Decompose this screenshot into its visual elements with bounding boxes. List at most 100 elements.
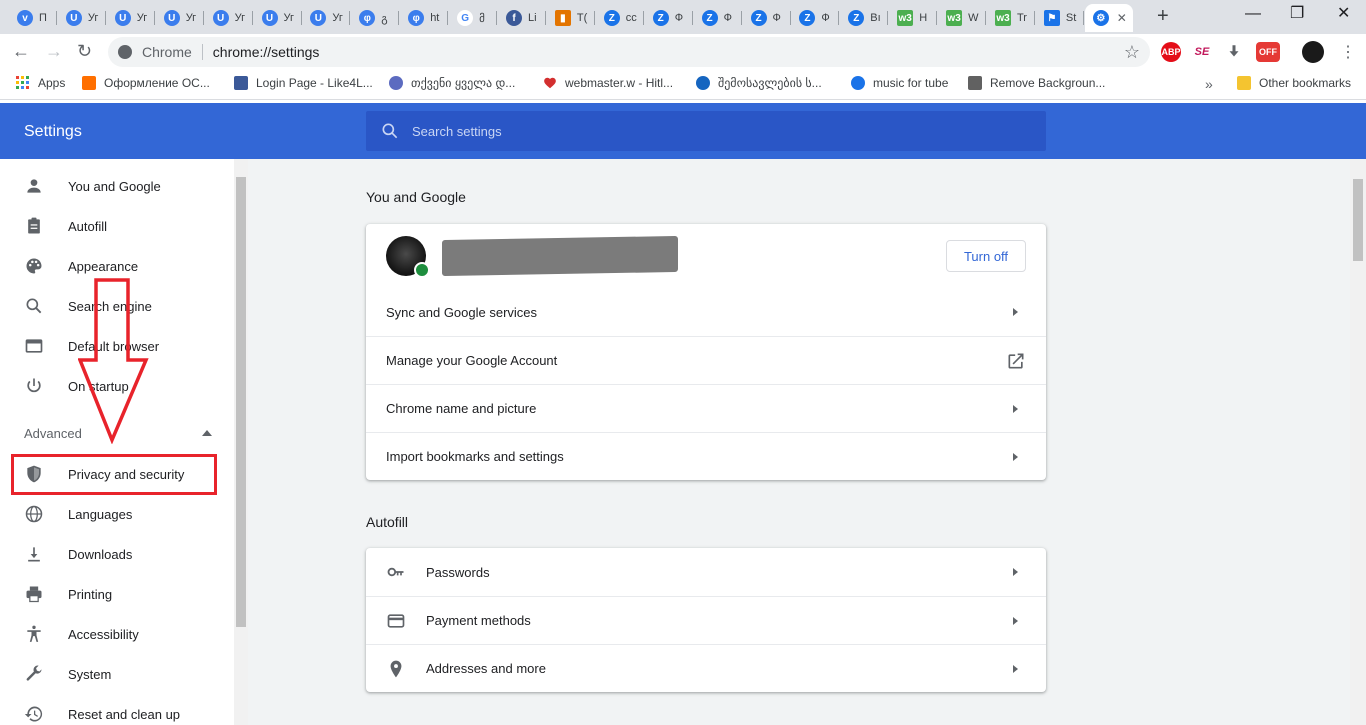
chevron-right-icon[interactable] bbox=[1013, 405, 1018, 413]
autofill-row[interactable]: Addresses and more bbox=[366, 644, 1046, 692]
address-bar[interactable]: Chrome chrome://settings ☆ bbox=[108, 37, 1150, 67]
browser-tab[interactable]: w3 H bbox=[889, 4, 938, 32]
se-icon[interactable]: SE bbox=[1192, 42, 1212, 62]
browser-tab[interactable]: U Уг bbox=[302, 4, 351, 32]
browser-tab[interactable]: U Уг bbox=[58, 4, 106, 32]
sidebar-item-you-and-google[interactable]: You and Google bbox=[0, 166, 234, 206]
profile-avatar[interactable] bbox=[1302, 41, 1324, 63]
tab-title: W bbox=[968, 12, 979, 24]
bookmark-item[interactable]: Оформление ОС... bbox=[82, 76, 210, 90]
autofill-row[interactable]: Payment methods bbox=[366, 596, 1046, 644]
settings-row[interactable]: Chrome name and picture bbox=[366, 384, 1046, 432]
sidebar-scroll-thumb[interactable] bbox=[236, 177, 246, 627]
browser-tab[interactable]: w3 Tr bbox=[987, 4, 1035, 32]
bookmark-item[interactable]: Remove Backgroun... bbox=[968, 76, 1105, 90]
browser-tab[interactable]: ZФ bbox=[791, 4, 840, 32]
browser-tab[interactable]: U Уг bbox=[156, 4, 204, 32]
sidebar-item-label: Appearance bbox=[68, 258, 139, 274]
close-window-button[interactable]: ✕ bbox=[1337, 6, 1350, 22]
bookmark-item[interactable]: Other bookmarks bbox=[1237, 76, 1351, 90]
bookmark-item[interactable]: music for tube bbox=[851, 76, 948, 90]
back-button[interactable]: ← bbox=[12, 41, 30, 61]
bookmark-item[interactable]: webmaster.w - Hitl... bbox=[543, 76, 673, 90]
sidebar-item-label: Accessibility bbox=[68, 626, 139, 642]
browser-tab[interactable]: ZФ bbox=[645, 4, 693, 32]
tab-title: Ф bbox=[821, 12, 830, 24]
tab-title: გ bbox=[381, 12, 388, 25]
you-and-google-heading: You and Google bbox=[366, 189, 466, 205]
key-icon bbox=[386, 562, 406, 582]
browser-tab[interactable]: f Li bbox=[498, 4, 546, 32]
gear-icon: ⚙ bbox=[1092, 10, 1109, 26]
tab-separator bbox=[887, 11, 889, 25]
tab-separator bbox=[251, 11, 253, 25]
bookmark-item[interactable]: Apps bbox=[16, 76, 65, 90]
chevron-right-icon[interactable] bbox=[1013, 665, 1018, 673]
chevron-right-icon[interactable] bbox=[1013, 308, 1018, 316]
browser-tab[interactable]: Z Bı bbox=[840, 4, 889, 32]
tab-strip: v П U Уг U Уг U Уг U Уг U Уг U Уг φ გ φ ht Gმ f Li ▮ T(Zcc Z Ф Z Ф… bbox=[0, 0, 1366, 34]
chevron-right-icon[interactable] bbox=[1013, 617, 1018, 625]
browser-tab[interactable]: w3 W bbox=[938, 4, 987, 32]
browser-tab[interactable]: ▮ T( bbox=[547, 4, 595, 32]
u-icon: U bbox=[261, 10, 278, 26]
browser-tab[interactable]: ZФ bbox=[694, 4, 742, 32]
search-settings-field[interactable]: Search settings bbox=[366, 111, 1046, 151]
tab-title: Уг bbox=[332, 12, 343, 24]
browser-tab[interactable]: Zcc bbox=[596, 4, 644, 32]
turn-off-sync-button[interactable]: Turn off bbox=[946, 240, 1026, 272]
browser-tab[interactable]: φგ bbox=[351, 4, 400, 32]
more-bookmarks-chevron-icon[interactable]: » bbox=[1205, 76, 1213, 92]
browser-tab[interactable]: φ ht bbox=[400, 4, 449, 32]
browser-tab[interactable]: ZФ bbox=[743, 4, 791, 32]
bookmark-item[interactable]: შემოსავლების ს... bbox=[696, 76, 822, 90]
abp-icon[interactable]: ABP bbox=[1161, 42, 1181, 62]
collapse-arrow-icon[interactable] bbox=[202, 430, 212, 436]
settings-row[interactable]: Manage your Google Account bbox=[366, 336, 1046, 384]
chevron-right-icon[interactable] bbox=[1013, 568, 1018, 576]
bookmark-item[interactable]: Login Page - Like4L... bbox=[234, 76, 373, 90]
browser-tab[interactable]: vП bbox=[9, 4, 57, 32]
main-scroll-thumb[interactable] bbox=[1353, 179, 1363, 261]
external-link-icon[interactable] bbox=[1006, 351, 1026, 374]
sidebar-item-system[interactable]: System bbox=[0, 654, 234, 694]
minimize-button[interactable]: — bbox=[1245, 6, 1261, 22]
sidebar-item-label: Downloads bbox=[68, 546, 133, 562]
menu-kebab-icon[interactable]: ⋮ bbox=[1340, 42, 1356, 62]
new-tab-button[interactable]: + bbox=[1157, 6, 1169, 26]
browser-tab[interactable]: U Уг bbox=[254, 4, 302, 32]
download-icon[interactable] bbox=[1224, 42, 1244, 62]
browser-tab[interactable]: U Уг bbox=[205, 4, 253, 32]
sidebar-item-autofill[interactable]: Autofill bbox=[0, 206, 234, 246]
main-scrollbar[interactable] bbox=[1350, 159, 1366, 725]
sidebar-item-languages[interactable]: Languages bbox=[0, 494, 234, 534]
advanced-toggle[interactable]: Advanced bbox=[24, 426, 82, 441]
chevron-right-icon[interactable] bbox=[1013, 453, 1018, 461]
tab-separator bbox=[398, 11, 400, 25]
browser-tab[interactable]: ⚙ ✕ bbox=[1084, 4, 1133, 32]
sidebar-item-downloads[interactable]: Downloads bbox=[0, 534, 234, 574]
bookmark-item[interactable]: თქვენი ყველა დ... bbox=[389, 76, 515, 90]
sidebar-item-accessibility[interactable]: Accessibility bbox=[0, 614, 234, 654]
bookmark-label: თქვენი ყველა დ... bbox=[411, 76, 516, 90]
browser-tab[interactable]: ⚑ St bbox=[1036, 4, 1084, 32]
sidebar-item-printing[interactable]: Printing bbox=[0, 574, 234, 614]
restore-button[interactable]: ❐ bbox=[1290, 6, 1304, 22]
off-icon[interactable]: OFF bbox=[1256, 42, 1280, 62]
close-tab-icon[interactable]: ✕ bbox=[1117, 11, 1127, 25]
c-icon bbox=[389, 76, 403, 90]
browser-tab[interactable]: Gმ bbox=[449, 4, 498, 32]
settings-row[interactable]: Sync and Google services bbox=[366, 288, 1046, 336]
accessibility-icon bbox=[24, 624, 44, 644]
tab-title: Уг bbox=[185, 12, 197, 24]
settings-row[interactable]: Import bookmarks and settings bbox=[366, 432, 1046, 480]
omnibox-separator bbox=[201, 44, 203, 60]
bookmark-star-icon[interactable]: ☆ bbox=[1124, 42, 1140, 63]
url-text[interactable]: chrome://settings bbox=[213, 44, 320, 60]
reload-button[interactable]: ↻ bbox=[77, 41, 92, 61]
sidebar-scrollbar[interactable] bbox=[234, 159, 248, 725]
autofill-row[interactable]: Passwords bbox=[366, 548, 1046, 596]
forward-button[interactable]: → bbox=[45, 41, 63, 61]
browser-tab[interactable]: U Уг bbox=[107, 4, 155, 32]
sidebar-item-reset-and-clean-up[interactable]: Reset and clean up bbox=[0, 694, 234, 725]
